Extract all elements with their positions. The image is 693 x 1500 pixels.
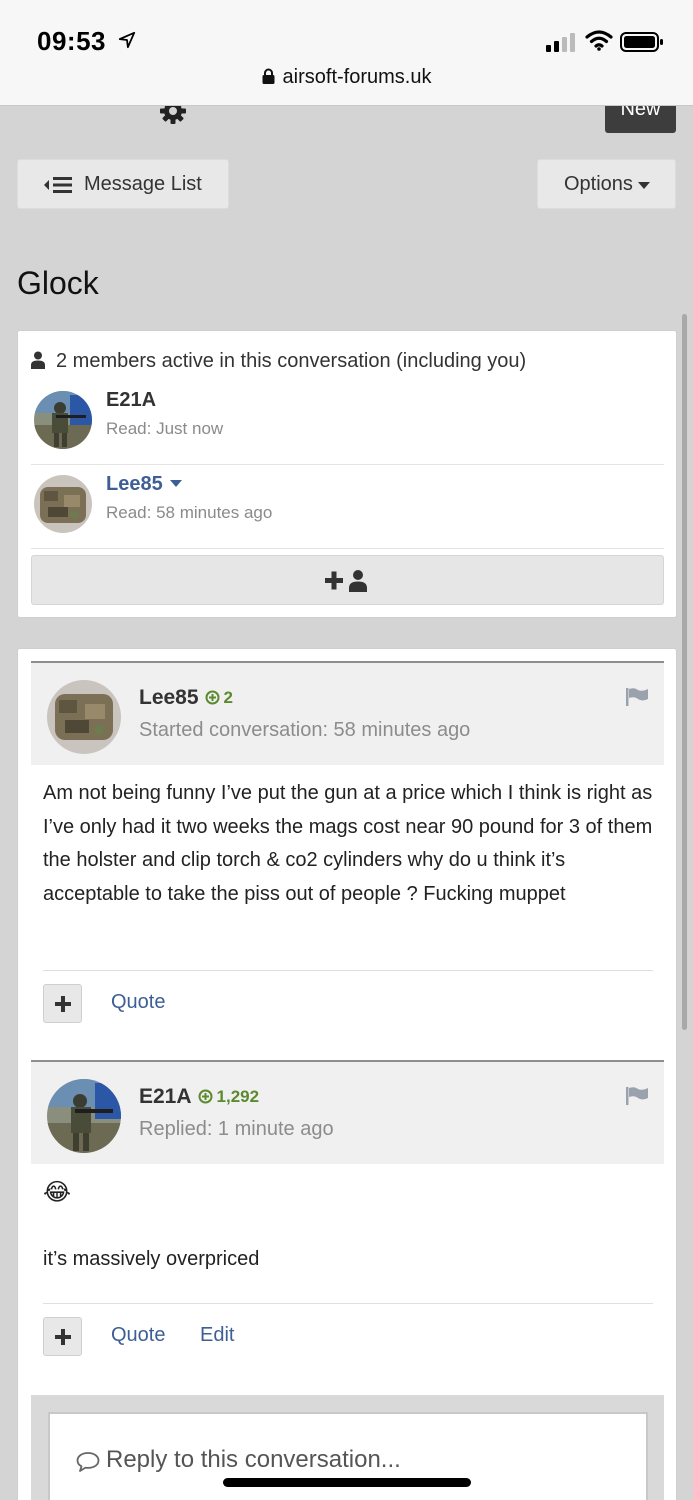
home-indicator[interactable]: [223, 1478, 471, 1487]
member-row: Lee85 Read: 58 minutes ago: [31, 465, 664, 549]
message-list-label: Message List: [84, 173, 202, 195]
message-header: Lee85 2 Started conversation: 58 minutes …: [31, 661, 664, 765]
conversation-title: Glock: [17, 265, 99, 301]
members-heading-text: 2 members active in this conversation (i…: [56, 350, 527, 372]
comment-icon: [76, 1452, 100, 1472]
avatar[interactable]: [47, 1079, 121, 1153]
member-name[interactable]: E21A: [106, 389, 156, 412]
flag-icon[interactable]: [626, 1087, 648, 1105]
message-header: E21A 1,292 Replied: 1 minute ago: [31, 1060, 664, 1164]
members-heading: 2 members active in this conversation (i…: [31, 350, 526, 373]
message-meta: Replied: 1 minute ago: [139, 1118, 334, 1140]
options-button[interactable]: Options: [537, 159, 676, 209]
lock-icon: [262, 68, 275, 84]
message-author[interactable]: E21A 1,292: [139, 1085, 259, 1109]
plus-circle-icon: [198, 1089, 213, 1104]
avatar[interactable]: [34, 391, 92, 449]
participants-card: 2 members active in this conversation (i…: [17, 330, 677, 618]
message-author[interactable]: Lee85 2: [139, 686, 233, 710]
quote-link[interactable]: Quote: [111, 1324, 165, 1347]
member-row: E21A Read: Just now: [31, 381, 664, 465]
like-button[interactable]: [43, 984, 82, 1023]
add-user-icon: [325, 570, 367, 592]
reply-placeholder: Reply to this conversation...: [106, 1446, 401, 1473]
divider: [43, 970, 653, 971]
invite-member-button[interactable]: [31, 555, 664, 605]
url-bar[interactable]: airsoft-forums.uk: [0, 66, 693, 89]
options-label: Options: [564, 173, 633, 195]
battery-icon: [620, 32, 663, 52]
member-read-status: Read: 58 minutes ago: [106, 503, 273, 522]
divider: [43, 1303, 653, 1304]
avatar[interactable]: [47, 680, 121, 754]
like-button[interactable]: [43, 1317, 82, 1356]
wifi-icon: [585, 30, 613, 51]
member-read-status: Read: Just now: [106, 419, 224, 438]
message-body: Am not being funny I’ve put the gun at a…: [43, 782, 653, 905]
signal-icon: [546, 33, 575, 52]
scrollbar[interactable]: [682, 314, 687, 1030]
caret-down-icon: [638, 182, 650, 189]
quote-link[interactable]: Quote: [111, 991, 165, 1014]
message-meta: Started conversation: 58 minutes ago: [139, 719, 471, 741]
location-arrow-icon: [118, 31, 136, 49]
list-back-icon: [44, 177, 72, 193]
plus-icon: [55, 996, 71, 1012]
message-list-button[interactable]: Message List: [17, 159, 229, 209]
reputation-badge: 2: [205, 688, 233, 708]
plus-circle-icon: [205, 690, 220, 705]
caret-down-icon[interactable]: [169, 480, 182, 487]
flag-icon[interactable]: [626, 688, 648, 706]
message-emoji: 😂: [43, 1179, 72, 1206]
url-text: airsoft-forums.uk: [282, 66, 432, 88]
message-body: it’s massively overpriced: [43, 1248, 260, 1270]
browser-top-bar: 09:53 airsoft-forums.uk: [0, 0, 693, 106]
user-icon: [31, 351, 45, 369]
edit-link[interactable]: Edit: [200, 1324, 234, 1347]
avatar[interactable]: [34, 475, 92, 533]
status-time: 09:53: [37, 26, 106, 56]
reputation-badge: 1,292: [198, 1087, 259, 1107]
member-name[interactable]: Lee85: [106, 473, 182, 496]
messages-card: Lee85 2 Started conversation: 58 minutes …: [17, 648, 677, 1500]
plus-icon: [55, 1329, 71, 1345]
